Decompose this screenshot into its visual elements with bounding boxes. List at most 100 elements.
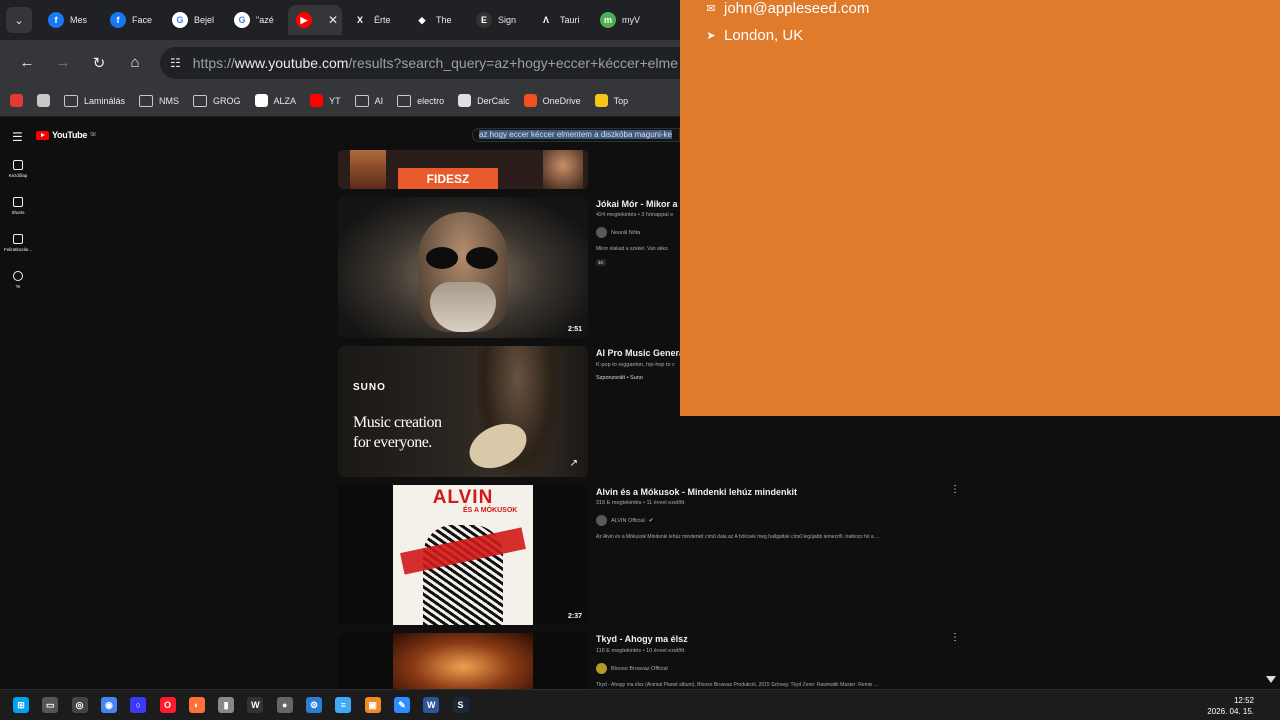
alza-icon [254,94,268,107]
bookmark-item[interactable] [37,94,50,107]
thumb-figure-right [543,150,583,189]
url-host: www.youtube.com [234,54,349,71]
reload-icon[interactable]: ↻ [82,46,116,80]
video-channel[interactable]: Neurál Nóta [596,227,640,238]
photo-app-icon[interactable]: ▣ [364,697,381,713]
bookmark-item[interactable]: YT [310,94,341,107]
video-meta: K-pop to reggaeton, hip-hop to c [596,362,675,368]
paint-icon[interactable]: ✎ [393,697,410,713]
bookmark-item[interactable]: GROG [193,94,241,107]
device-icon[interactable]: ▮ [218,697,235,713]
more-actions-icon[interactable]: ⋮ [950,484,960,495]
video-duration: 2:37 [567,613,582,620]
mv-icon: m [600,12,616,28]
video-thumbnail[interactable]: ALVIN ÉS A MÓKUSOK 2:37 [338,485,588,625]
video-duration: 2:51 [567,326,582,333]
app-circle-icon[interactable]: ○ [130,697,147,713]
guide-item[interactable]: Te [0,261,36,298]
video-channel[interactable]: Blooso Broavaz Official [596,663,668,674]
video-title[interactable]: Alvin és a Mókusok - Mindenki lehúz mind… [596,487,936,497]
epic-icon: E [476,12,492,28]
browser-tab[interactable]: ◆ The [406,5,466,35]
bookmark-item[interactable]: ALZA [254,94,296,107]
lambda-icon: Λ [538,12,554,28]
youtube-play-icon [36,130,49,140]
guide-item-label: Kezdőlap [8,172,28,178]
guide-item[interactable]: Shorts [0,187,36,224]
windows-taskbar: 12:52 2026. 04. 15. ⊞ ▭ ◎ ◉ ○ O ◐ ▮ W ● ⚙ ≡ ▣ ✎ W S [0,689,1280,720]
search-query-text: az hogy eccer kéccer elmentem a diszkóba… [479,130,672,139]
winamp-icon[interactable]: W [247,697,264,713]
bookmark-item[interactable]: OneDrive [523,94,581,107]
bookmark-label: electro [417,95,445,106]
site-info-icon[interactable]: ☷ [170,56,181,70]
youtube-mini-guide: Kezdőlap Shorts Feliratkozás... Te [0,150,36,298]
settings-icon[interactable]: ⚙ [306,697,322,713]
tab-label: Bejel [194,15,215,25]
steam-icon[interactable]: S [452,697,469,713]
facebook-icon: f [48,12,64,28]
ad-thumbnail[interactable]: SUNO Music creation for everyone. ↗ [338,346,588,477]
tab-label: The [436,15,452,25]
youtube-icon [310,94,324,107]
address-bar[interactable]: ☷ https://www.youtube.com/results?search… [160,46,680,79]
bookmark-item[interactable]: Laminálás [64,94,125,107]
external-link-icon[interactable]: ↗ [570,458,578,469]
video-title[interactable]: AI Pro Music Generat [596,348,680,358]
browser-tab[interactable]: X Érte [344,5,404,35]
video-title[interactable]: Tkyd - Ahogy ma élsz [596,634,936,644]
bookmark-item[interactable]: electro [397,94,445,107]
browser-tab[interactable]: E Sign [468,5,528,35]
windows-start-icon[interactable]: ⊞ [13,697,29,713]
ad-sponsor[interactable]: Szponzorált • Suno [596,375,643,381]
guide-item[interactable]: Kezdőlap [0,150,36,187]
video-channel[interactable]: ALVIN Official ✔ [596,515,654,526]
browser-tab[interactable]: Λ Tauri [530,5,590,35]
bookmark-item[interactable]: NMS [139,94,179,107]
notepad-icon[interactable]: ≡ [335,697,352,713]
back-icon[interactable]: ← [10,46,44,80]
url-scheme: https:// [192,54,235,71]
guide-item[interactable]: Feliratkozás... [0,224,36,261]
browser-tab[interactable]: G Bejel [164,5,224,35]
video-thumbnail[interactable] [338,633,588,689]
verified-icon: ✔ [648,518,654,524]
browser-tab[interactable]: f Mes [40,5,100,35]
home-icon[interactable]: ⌂ [118,46,152,80]
video-title[interactable]: Jókai Mór - Mikor a s [596,199,680,209]
more-actions-icon[interactable]: ⋮ [950,632,960,643]
chrome-icon[interactable]: ◉ [100,697,117,713]
thumb-banner-text: FIDESZ [426,171,470,186]
system-clock[interactable]: 12:52 2026. 04. 15. [1207,695,1254,717]
youtube-search-input[interactable]: az hogy eccer kéccer elmentem a diszkóba… [472,128,680,142]
video-thumbnail-partial[interactable]: FIDESZ [338,150,588,189]
bookmark-item[interactable]: AI [354,94,383,107]
guide-menu-icon[interactable]: ☰ [12,130,23,144]
bookmark-item[interactable]: Top [594,94,628,107]
video-thumbnail[interactable]: 2:51 [338,197,588,338]
contact-email[interactable]: john@appleseed.com [724,0,869,17]
chrome-dev-icon[interactable]: ◎ [71,697,88,713]
tab-label: "azé [256,15,274,25]
bookmark-item[interactable] [10,94,23,107]
file-explorer-icon[interactable]: ▭ [42,697,59,713]
tab-close-icon[interactable]: ✕ [328,13,338,27]
scroll-down-arrow[interactable] [1266,676,1276,683]
sunglasses-right-lens [466,247,498,269]
forward-icon[interactable]: → [46,46,80,80]
browser-tab[interactable]: f Face [102,5,162,35]
app-dark-icon[interactable]: ● [276,697,293,713]
browser-tab[interactable]: ▶ ✕ [288,5,342,35]
word-icon[interactable]: W [423,697,440,713]
browser-tab[interactable]: G "azé [226,5,286,35]
opera-icon[interactable]: O [159,697,176,713]
mail-icon: ✉ [706,3,716,15]
firefox-icon[interactable]: ◐ [188,697,205,713]
album-cover: ALVIN ÉS A MÓKUSOK [393,485,533,625]
browser-tab[interactable]: m myV [592,5,652,35]
tab-label: myV [622,15,640,25]
tab-search-icon[interactable]: ⌄ [6,7,32,33]
youtube-logo[interactable]: YouTube SK [36,130,96,140]
bookmark-item[interactable]: DerCalc [458,94,510,107]
tab-label: Face [132,15,153,25]
